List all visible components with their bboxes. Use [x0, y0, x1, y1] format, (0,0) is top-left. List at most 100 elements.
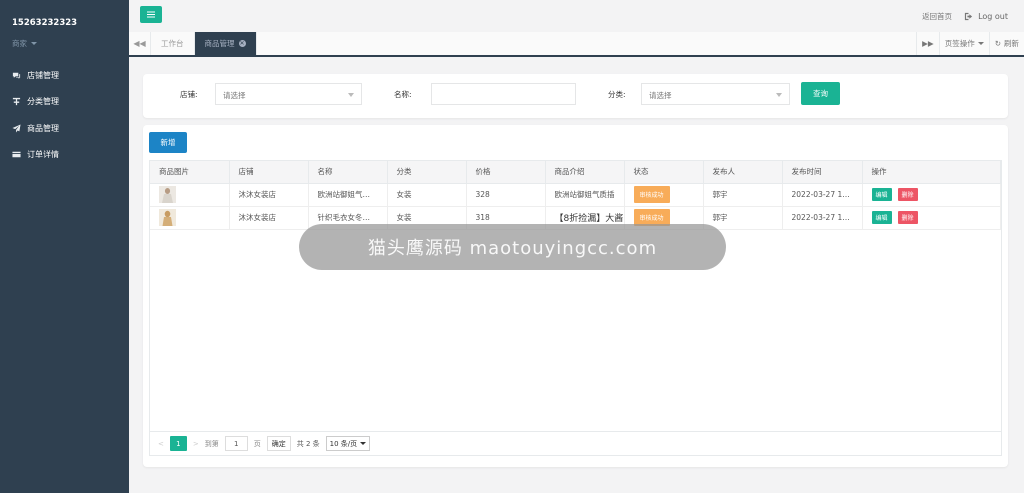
category-select-value: 请选择: [649, 91, 672, 100]
page-size-value: 10 条/页: [329, 439, 358, 448]
watermark-overlay: 猫头鹰源码 maotouyingcc.com: [299, 224, 726, 270]
sidebar-item-label: 店铺管理: [27, 70, 59, 80]
table-header-row: 商品图片 店铺 名称 分类 价格 商品介绍 状态 发布人 发布时间 操作: [150, 161, 1001, 184]
category-cell: 女装: [387, 183, 467, 207]
category-select[interactable]: 请选择: [641, 83, 790, 105]
role-label: 商家: [12, 39, 27, 48]
column-header: 价格: [466, 161, 546, 184]
tab-label: 商品管理: [204, 39, 235, 48]
chevron-down-icon: [348, 93, 354, 97]
sidebar-item-label: 分类管理: [27, 97, 59, 107]
sidebar-item-product[interactable]: 商品管理: [0, 115, 129, 142]
product-image-cell: [150, 183, 230, 207]
sidebar-item-label: 商品管理: [27, 123, 59, 133]
sign-out-icon: [964, 12, 973, 21]
time-cell: 2022-03-27 1…: [782, 183, 863, 207]
paper-plane-icon: [12, 124, 21, 133]
product-thumbnail[interactable]: [159, 209, 176, 226]
shop-label: 店铺:: [180, 90, 198, 99]
query-button[interactable]: 查询: [801, 82, 840, 105]
tab-label: 工作台: [161, 39, 184, 48]
tab-workbench[interactable]: 工作台: [151, 32, 195, 55]
category-label: 分类:: [608, 90, 626, 99]
sidebar-item-shop[interactable]: 店铺管理: [0, 62, 129, 89]
username: 15263232323: [12, 18, 78, 28]
name-input[interactable]: [431, 83, 576, 105]
goto-page-input[interactable]: 1: [224, 436, 248, 451]
product-image-cell: [150, 206, 230, 230]
close-tab-icon[interactable]: ✕: [238, 40, 246, 47]
sidebar-item-orders[interactable]: 订单详情: [0, 142, 129, 169]
delete-button[interactable]: 删除: [897, 188, 918, 201]
delete-button[interactable]: 删除: [897, 211, 918, 224]
column-header: 发布时间: [782, 161, 863, 184]
page-size-select[interactable]: 10 条/页: [325, 436, 371, 451]
sidebar-item-label: 订单详情: [27, 150, 59, 160]
topbar-actions: 返回首页 Log out: [922, 11, 1008, 22]
menu-toggle-button[interactable]: [140, 6, 162, 23]
topbar: 返回首页 Log out: [129, 0, 1024, 32]
tab-product-management[interactable]: 商品管理 ✕: [194, 32, 257, 55]
total-count: 共 2 条: [296, 439, 320, 448]
credit-card-icon: [12, 152, 21, 158]
column-header: 名称: [308, 161, 388, 184]
time-cell: 2022-03-27 1…: [782, 206, 863, 230]
home-link[interactable]: 返回首页: [922, 11, 952, 22]
chevron-down-icon: [776, 93, 782, 97]
table-row: 沐沐女装店 欧洲站御姐气… 女装 328 欧洲站御姐气质插 审核成功 郭宇 20…: [150, 183, 1001, 207]
product-thumbnail[interactable]: [159, 186, 176, 203]
pagination: < 1 > 到第 1 页 确定 共 2 条 10 条/页: [150, 431, 1001, 455]
intro-cell: 欧洲站御姐气质插: [545, 183, 625, 207]
publisher-cell: 郭宇: [703, 183, 783, 207]
page-number-current[interactable]: 1: [169, 436, 187, 451]
add-button[interactable]: 新增: [149, 132, 187, 153]
product-table: 商品图片 店铺 名称 分类 价格 商品介绍 状态 发布人 发布时间 操作 沐沐女…: [149, 160, 1002, 456]
sidebar: 15263232323 商家 店铺管理 分类管理 商品管理 订单详情: [0, 0, 129, 493]
product-table-panel: 新增 商品图片 店铺 名称 分类 价格 商品介绍 状态 发布人 发布时间 操作 …: [143, 125, 1008, 467]
next-page-icon[interactable]: >: [193, 440, 199, 448]
column-header: 店铺: [229, 161, 309, 184]
edit-button[interactable]: 编辑: [871, 211, 892, 224]
chevron-down-icon: [360, 442, 367, 445]
tabs-scroll-right-button[interactable]: ▶▶: [916, 32, 939, 55]
name-label: 名称:: [394, 90, 412, 99]
shop-cell: 沐沐女装店: [229, 206, 309, 230]
tabs-spacer: [257, 32, 917, 55]
shop-select[interactable]: 请选择: [215, 83, 362, 105]
tabs-scroll-left-button[interactable]: ◀◀: [129, 32, 151, 55]
comments-icon: [12, 72, 21, 79]
user-profile: 15263232323 商家: [0, 0, 129, 62]
column-header: 分类: [387, 161, 467, 184]
actions-cell: 编辑 删除: [862, 206, 1001, 230]
shop-select-value: 请选择: [223, 91, 246, 100]
column-header: 商品介绍: [545, 161, 625, 184]
refresh-icon: ↻: [994, 39, 1001, 48]
price-cell: 328: [466, 183, 546, 207]
role-dropdown[interactable]: 商家: [12, 38, 129, 49]
sidebar-item-category[interactable]: 分类管理: [0, 89, 129, 116]
status-badge: 审核成功: [633, 186, 670, 203]
column-header: 操作: [862, 161, 1001, 184]
name-cell: 欧洲站御姐气…: [308, 183, 388, 207]
page-operations-dropdown[interactable]: 页签操作: [938, 32, 989, 55]
logout-label: Log out: [978, 12, 1008, 21]
page-unit-label: 页: [253, 439, 261, 448]
search-panel: 店铺: 请选择 名称: 分类: 请选择 查询: [143, 74, 1008, 118]
column-header: 状态: [624, 161, 704, 184]
status-cell: 审核成功: [624, 183, 704, 207]
goto-confirm-button[interactable]: 确定: [266, 436, 291, 451]
edit-button[interactable]: 编辑: [871, 188, 892, 201]
caret-down-icon: [977, 42, 984, 45]
column-header: 商品图片: [150, 161, 230, 184]
refresh-button[interactable]: ↻ 刷新: [988, 32, 1024, 55]
page-ops-label: 页签操作: [944, 39, 975, 48]
sitemap-icon: [12, 98, 21, 106]
column-header: 发布人: [703, 161, 783, 184]
backward-icon: ◀◀: [133, 39, 146, 48]
forward-icon: ▶▶: [922, 39, 934, 48]
logout-button[interactable]: Log out: [964, 12, 1008, 21]
caret-down-icon: [31, 42, 37, 45]
page-tabs-bar: ◀◀ 工作台 商品管理 ✕ ▶▶ 页签操作 ↻ 刷新: [129, 32, 1024, 57]
goto-label: 到第: [204, 439, 219, 448]
prev-page-icon[interactable]: <: [158, 440, 164, 448]
